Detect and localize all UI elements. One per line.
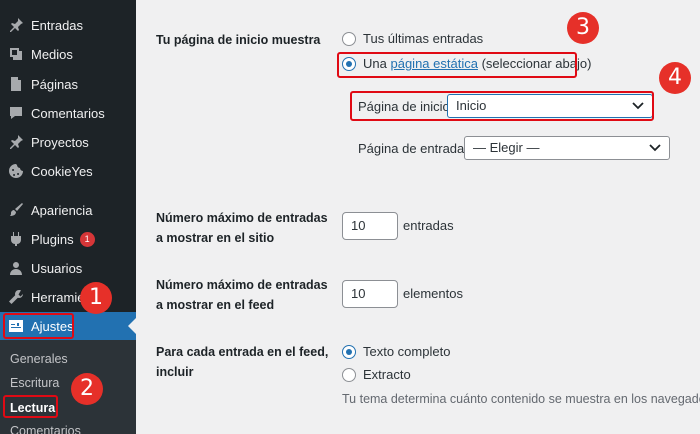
sidebar-item-proyectos[interactable]: Proyectos bbox=[0, 128, 136, 156]
wrench-icon bbox=[8, 289, 24, 305]
sidebar-item-medios[interactable]: Medios bbox=[0, 40, 136, 68]
sidebar-item-label: Páginas bbox=[31, 76, 78, 92]
highlight-static-page-option bbox=[337, 52, 577, 78]
sidebar-item-label: Apariencia bbox=[31, 202, 93, 218]
plugin-icon bbox=[8, 231, 24, 247]
settings-submenu: Generales Escritura Lectura Comentarios bbox=[0, 340, 136, 434]
posts-per-rss-input[interactable]: 10 bbox=[342, 280, 398, 308]
option-full-text-label: Texto completo bbox=[363, 344, 451, 359]
cookie-icon bbox=[8, 163, 24, 179]
option-latest-posts-label: Tus últimas entradas bbox=[363, 31, 484, 46]
posts-per-page-unit: entradas bbox=[403, 218, 454, 233]
option-latest-posts: Tus últimas entradas bbox=[342, 31, 483, 46]
comments-icon bbox=[8, 105, 24, 121]
radio-full-text[interactable] bbox=[342, 344, 356, 359]
posts-page-select[interactable]: — Elegir — bbox=[464, 136, 670, 160]
option-excerpt-label: Extracto bbox=[363, 367, 411, 382]
annotation-marker-4: 4 bbox=[659, 62, 691, 94]
posts-per-page-label: Número máximo de entradas a mostrar en e… bbox=[156, 211, 328, 245]
sidebar-item-apariencia[interactable]: Apariencia bbox=[0, 196, 136, 224]
front-page-label: Tu página de inicio muestra bbox=[156, 33, 321, 47]
media-icon bbox=[8, 46, 24, 62]
sidebar-item-label: Usuarios bbox=[31, 260, 83, 276]
posts-per-page-input[interactable]: 10 bbox=[342, 212, 398, 240]
highlight-lectura bbox=[3, 395, 58, 418]
annotation-marker-1: 1 bbox=[80, 282, 112, 314]
sidebar-item-label: CookieYes bbox=[31, 163, 93, 179]
option-excerpt: Extracto bbox=[342, 367, 411, 382]
sidebar-item-usuarios[interactable]: Usuarios bbox=[0, 254, 136, 282]
active-menu-arrow bbox=[128, 318, 136, 334]
rss-content-label: Para cada entrada en el feed, incluir bbox=[156, 345, 329, 379]
posts-page-label: Página de entradas: bbox=[358, 141, 475, 156]
annotation-marker-3: 3 bbox=[567, 12, 599, 44]
sidebar-item-plugins[interactable]: Plugins 1 bbox=[0, 225, 136, 253]
rss-description: Tu tema determina cuánto contenido se mu… bbox=[342, 392, 700, 406]
pin-icon bbox=[8, 134, 24, 150]
submenu-item-generales[interactable]: Generales bbox=[10, 352, 68, 366]
sidebar-item-label: Plugins bbox=[31, 231, 74, 247]
sidebar-item-comentarios[interactable]: Comentarios bbox=[0, 99, 136, 127]
radio-excerpt[interactable] bbox=[342, 367, 356, 382]
sidebar-item-entradas[interactable]: Entradas bbox=[0, 11, 136, 39]
submenu-item-comentarios[interactable]: Comentarios bbox=[10, 424, 81, 434]
annotation-marker-2: 2 bbox=[71, 373, 103, 405]
sidebar-item-label: Comentarios bbox=[31, 105, 105, 121]
posts-per-rss-unit: elementos bbox=[403, 286, 463, 301]
sidebar-item-herramientas[interactable]: Herramientas bbox=[0, 283, 136, 311]
submenu-item-escritura[interactable]: Escritura bbox=[10, 376, 59, 390]
update-count-badge: 1 bbox=[79, 231, 95, 247]
option-full-text: Texto completo bbox=[342, 344, 450, 359]
posts-per-rss-label: Número máximo de entradas a mostrar en e… bbox=[156, 278, 328, 312]
pin-icon bbox=[8, 17, 24, 33]
sidebar-item-label: Medios bbox=[31, 46, 73, 62]
brush-icon bbox=[8, 202, 24, 218]
pages-icon bbox=[8, 76, 24, 92]
sidebar-item-paginas[interactable]: Páginas bbox=[0, 70, 136, 98]
posts-page-select-value: — Elegir — bbox=[473, 140, 540, 155]
chevron-down-icon bbox=[649, 144, 661, 152]
highlight-homepage-select bbox=[350, 91, 654, 121]
highlight-ajustes bbox=[3, 313, 74, 339]
users-icon bbox=[8, 260, 24, 276]
admin-sidebar: Entradas Medios Páginas Comentarios Proy… bbox=[0, 0, 136, 434]
sidebar-item-label: Proyectos bbox=[31, 134, 89, 150]
sidebar-item-label: Entradas bbox=[31, 17, 84, 33]
sidebar-item-cookieyes[interactable]: CookieYes bbox=[0, 157, 136, 185]
radio-latest-posts[interactable] bbox=[342, 31, 356, 46]
